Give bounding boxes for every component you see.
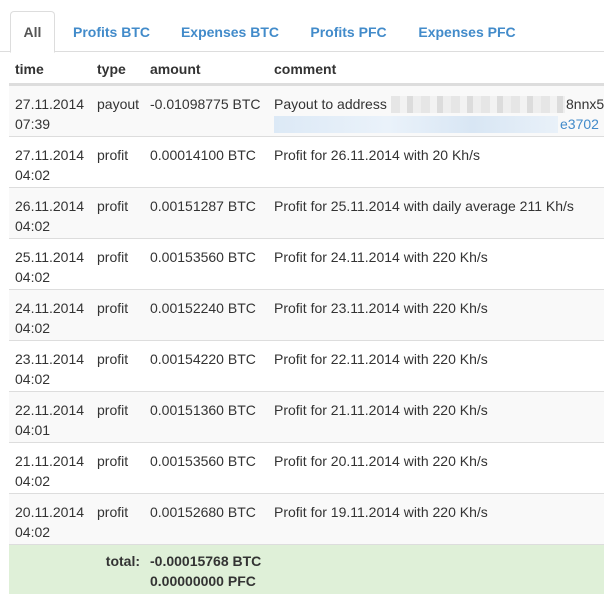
transaction-link-line: e3702 (274, 114, 604, 134)
total-btc: -0.00015768 BTC (150, 553, 262, 569)
header-time: time (15, 61, 44, 77)
row-time: 26.11.2014 04:02 (15, 196, 97, 236)
tab-expenses-btc[interactable]: Expenses BTC (168, 11, 292, 53)
payout-address-line: Payout to address 8nnx5 (274, 94, 604, 114)
row-comment: Profit for 26.11.2014 with 20 Kh/s (274, 147, 480, 163)
table-row: 23.11.2014 04:02 profit 0.00154220 BTC P… (9, 340, 604, 391)
transactions-table: time type amount comment 27.11.2014 07:3… (9, 52, 604, 594)
row-date: 22.11.2014 (15, 402, 85, 418)
row-clock: 07:39 (15, 116, 51, 132)
row-comment: Payout to address 8nnx5 e3702 (274, 94, 604, 134)
table-row: 25.11.2014 04:02 profit 0.00153560 BTC P… (9, 238, 604, 289)
row-date: 27.11.2014 (15, 96, 85, 112)
row-amount: 0.00154220 BTC (150, 351, 256, 367)
row-date: 20.11.2014 (15, 504, 85, 520)
row-time: 20.11.2014 04:02 (15, 502, 97, 542)
row-comment: Profit for 20.11.2014 with 220 Kh/s (274, 453, 488, 469)
row-date: 27.11.2014 (15, 147, 85, 163)
row-type: payout (97, 96, 140, 112)
table-row: 27.11.2014 07:39 payout -0.01098775 BTC … (9, 85, 604, 136)
transactions-panel: All Profits BTC Expenses BTC Profits PFC… (0, 0, 604, 602)
transaction-link-tail[interactable]: e3702 (560, 114, 599, 134)
header-amount: amount (150, 61, 201, 77)
header-type: type (97, 61, 126, 77)
tab-expenses-pfc[interactable]: Expenses PFC (405, 11, 529, 53)
table-row: 24.11.2014 04:02 profit 0.00152240 BTC P… (9, 289, 604, 340)
row-time: 21.11.2014 04:02 (15, 451, 97, 491)
row-time: 23.11.2014 04:02 (15, 349, 97, 389)
row-amount: 0.00152680 BTC (150, 504, 256, 520)
row-type: profit (97, 147, 129, 163)
table-row: 22.11.2014 04:01 profit 0.00151360 BTC P… (9, 391, 604, 442)
row-type: profit (97, 249, 129, 265)
row-comment: Profit for 25.11.2014 with daily average… (274, 198, 574, 214)
row-comment: Profit for 24.11.2014 with 220 Kh/s (274, 249, 488, 265)
row-comment: Profit for 19.11.2014 with 220 Kh/s (274, 504, 488, 520)
table-row: 21.11.2014 04:02 profit 0.00153560 BTC P… (9, 442, 604, 493)
row-date: 23.11.2014 (15, 351, 85, 367)
row-amount: 0.00153560 BTC (150, 249, 256, 265)
table-row: 26.11.2014 04:02 profit 0.00151287 BTC P… (9, 187, 604, 238)
row-type: profit (97, 504, 129, 520)
total-amount: -0.00015768 BTC 0.00000000 PFC (150, 551, 274, 591)
row-amount: 0.00151287 BTC (150, 198, 256, 214)
table-row: 20.11.2014 04:02 profit 0.00152680 BTC P… (9, 493, 604, 544)
row-date: 24.11.2014 (15, 300, 85, 316)
row-time: 24.11.2014 04:02 (15, 298, 97, 338)
row-amount: 0.00153560 BTC (150, 453, 256, 469)
row-date: 21.11.2014 (15, 453, 85, 469)
row-clock: 04:02 (15, 371, 51, 387)
row-date: 25.11.2014 (15, 249, 85, 265)
row-comment: Profit for 23.11.2014 with 220 Kh/s (274, 300, 488, 316)
row-type: profit (97, 198, 129, 214)
row-clock: 04:01 (15, 422, 51, 438)
row-time: 25.11.2014 04:02 (15, 247, 97, 287)
row-time: 27.11.2014 04:02 (15, 145, 97, 185)
row-clock: 04:02 (15, 269, 51, 285)
payout-label: Payout to address (274, 96, 387, 112)
row-type: profit (97, 351, 129, 367)
row-clock: 04:02 (15, 218, 51, 234)
total-pfc: 0.00000000 PFC (150, 573, 256, 589)
row-time: 27.11.2014 07:39 (15, 94, 97, 134)
row-amount: 0.00151360 BTC (150, 402, 256, 418)
total-row: total: -0.00015768 BTC 0.00000000 PFC (9, 544, 604, 594)
table-row: 27.11.2014 04:02 profit 0.00014100 BTC P… (9, 136, 604, 187)
tab-bar: All Profits BTC Expenses BTC Profits PFC… (0, 0, 604, 53)
row-type: profit (97, 300, 129, 316)
table-header: time type amount comment (9, 52, 604, 85)
total-label: total: (105, 553, 140, 569)
row-amount: 0.00014100 BTC (150, 147, 256, 163)
row-clock: 04:02 (15, 167, 51, 183)
tab-profits-pfc[interactable]: Profits PFC (298, 11, 399, 53)
row-time: 22.11.2014 04:01 (15, 400, 97, 440)
row-clock: 04:02 (15, 524, 51, 540)
address-tail: 8nnx5 (566, 96, 604, 112)
row-date: 26.11.2014 (15, 198, 85, 214)
tab-profits-btc[interactable]: Profits BTC (60, 11, 163, 53)
row-comment: Profit for 21.11.2014 with 220 Kh/s (274, 402, 488, 418)
row-clock: 04:02 (15, 473, 51, 489)
row-type: profit (97, 453, 129, 469)
row-amount: 0.00152240 BTC (150, 300, 256, 316)
redacted-address (391, 96, 565, 113)
row-comment: Profit for 22.11.2014 with 220 Kh/s (274, 351, 488, 367)
tab-all[interactable]: All (10, 11, 55, 53)
row-type: profit (97, 402, 129, 418)
row-clock: 04:02 (15, 320, 51, 336)
header-comment: comment (274, 61, 337, 77)
redacted-transaction-link[interactable] (274, 116, 558, 133)
row-amount: -0.01098775 BTC (150, 96, 261, 112)
